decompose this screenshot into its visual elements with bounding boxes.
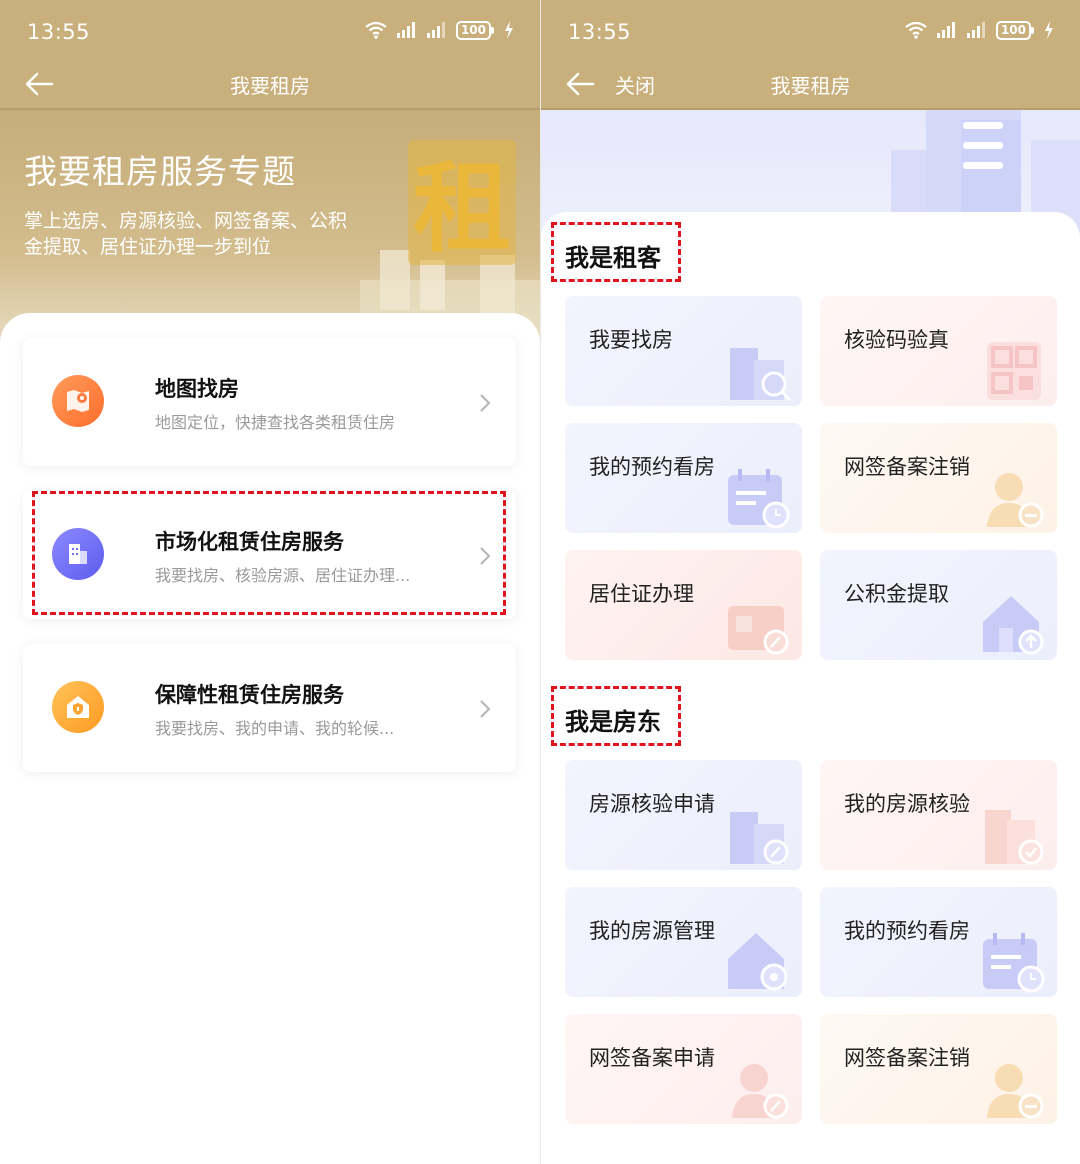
highlight-box — [32, 491, 506, 615]
tile-verify-code[interactable]: 核验码验真 — [820, 296, 1057, 406]
signal-icon-2 — [426, 22, 445, 38]
tile-label: 网签备案注销 — [844, 455, 970, 479]
battery-icon: 100 — [995, 20, 1034, 40]
service-panel: 我是租客 我要找房 核验码验真 我的预约看房 网签备案注销 居住证办理 公积金提… — [541, 212, 1080, 1164]
card-title: 保障性租赁住房服务 — [155, 683, 344, 707]
building-search-icon — [730, 348, 792, 402]
highlight-box — [551, 686, 681, 746]
tile-label: 公积金提取 — [844, 582, 949, 606]
battery-level: 100 — [995, 20, 1031, 40]
card-affordable-rental[interactable]: 保障性租赁住房服务 我要找房、我的申请、我的轮候... — [23, 644, 516, 772]
wifi-icon — [365, 21, 387, 39]
tile-filing-apply[interactable]: 网签备案申请 — [565, 1014, 802, 1124]
hero-title: 我要租房服务专题 — [24, 152, 296, 191]
rent-character: 租 — [413, 152, 511, 266]
chevron-right-icon — [480, 700, 491, 718]
qr-code-icon — [987, 342, 1041, 400]
charging-icon — [1045, 21, 1053, 39]
tile-label: 网签备案注销 — [844, 1046, 970, 1070]
tile-housing-fund[interactable]: 公积金提取 — [820, 550, 1057, 660]
calendar-clock-icon — [983, 933, 1045, 993]
battery-icon: 100 — [455, 20, 494, 40]
tile-label: 我的预约看房 — [589, 455, 715, 479]
tile-residence-permit[interactable]: 居住证办理 — [565, 550, 802, 660]
charging-icon — [505, 21, 513, 39]
person-minus-icon — [987, 473, 1044, 528]
map-pin-icon — [52, 375, 104, 427]
tile-my-viewing-landlord[interactable]: 我的预约看房 — [820, 887, 1057, 997]
signal-icon — [396, 22, 415, 38]
building-check-icon — [985, 810, 1044, 865]
tile-label: 我的预约看房 — [844, 919, 970, 943]
card-map-search[interactable]: 地图找房 地图定位，快捷查找各类租赁住房 — [23, 338, 516, 466]
house-upload-icon — [983, 596, 1044, 655]
tile-label: 我的房源核验 — [844, 792, 970, 816]
nav-title: 我要租房 — [230, 74, 310, 98]
tile-find-house[interactable]: 我要找房 — [565, 296, 802, 406]
house-gear-icon — [728, 933, 788, 991]
tile-label: 网签备案申请 — [589, 1046, 715, 1070]
highlight-box — [551, 222, 681, 282]
tile-label: 我的房源管理 — [589, 919, 715, 943]
nav-bar: 关闭 我要租房 — [541, 58, 1080, 110]
service-list: 地图找房 地图定位，快捷查找各类租赁住房 市场化租赁住房服务 我要找房、核验房源… — [0, 313, 540, 1164]
signal-icon-2 — [966, 22, 985, 38]
person-minus-icon — [987, 1064, 1044, 1119]
card-desc: 地图定位，快捷查找各类租赁住房 — [155, 413, 396, 432]
left-screen: 13:55 100 我要租房 租 我要租房服务专题 掌上选房、房源核验、网签备案… — [0, 0, 540, 1164]
status-time: 13:55 — [568, 20, 632, 44]
tile-filing-cancel[interactable]: 网签备案注销 — [820, 1014, 1057, 1124]
tile-my-verification[interactable]: 我的房源核验 — [820, 760, 1057, 870]
status-time: 13:55 — [27, 20, 91, 44]
tile-verify-apply[interactable]: 房源核验申请 — [565, 760, 802, 870]
card-title: 地图找房 — [155, 377, 239, 401]
building-edit-icon — [730, 812, 789, 865]
tile-label: 房源核验申请 — [589, 792, 715, 816]
chevron-right-icon — [480, 394, 491, 412]
hero-subtitle: 掌上选房、房源核验、网签备案、公积金提取、居住证办理一步到位 — [24, 210, 348, 258]
nav-title: 我要租房 — [770, 74, 851, 98]
person-edit-icon — [732, 1064, 789, 1119]
battery-level: 100 — [455, 20, 491, 40]
status-bar: 13:55 100 — [0, 0, 540, 58]
tile-house-manage[interactable]: 我的房源管理 — [565, 887, 802, 997]
wifi-icon — [905, 21, 927, 39]
tile-label: 核验码验真 — [844, 328, 949, 352]
tile-cancel-filing[interactable]: 网签备案注销 — [820, 423, 1057, 533]
tile-label: 居住证办理 — [589, 582, 694, 606]
tile-my-viewing[interactable]: 我的预约看房 — [565, 423, 802, 533]
calendar-clock-icon — [728, 469, 790, 529]
nav-bar: 我要租房 — [0, 58, 540, 110]
id-card-edit-icon — [728, 606, 789, 655]
card-desc: 我要找房、我的申请、我的轮候... — [155, 719, 395, 738]
signal-icon — [936, 22, 955, 38]
tile-label: 我要找房 — [589, 328, 673, 352]
status-bar: 13:55 100 — [541, 0, 1080, 58]
right-screen: 13:55 100 关闭 我要租房 我是租客 我要找房 核验码验真 我的预约看房… — [540, 0, 1080, 1164]
shield-house-icon — [52, 681, 104, 733]
